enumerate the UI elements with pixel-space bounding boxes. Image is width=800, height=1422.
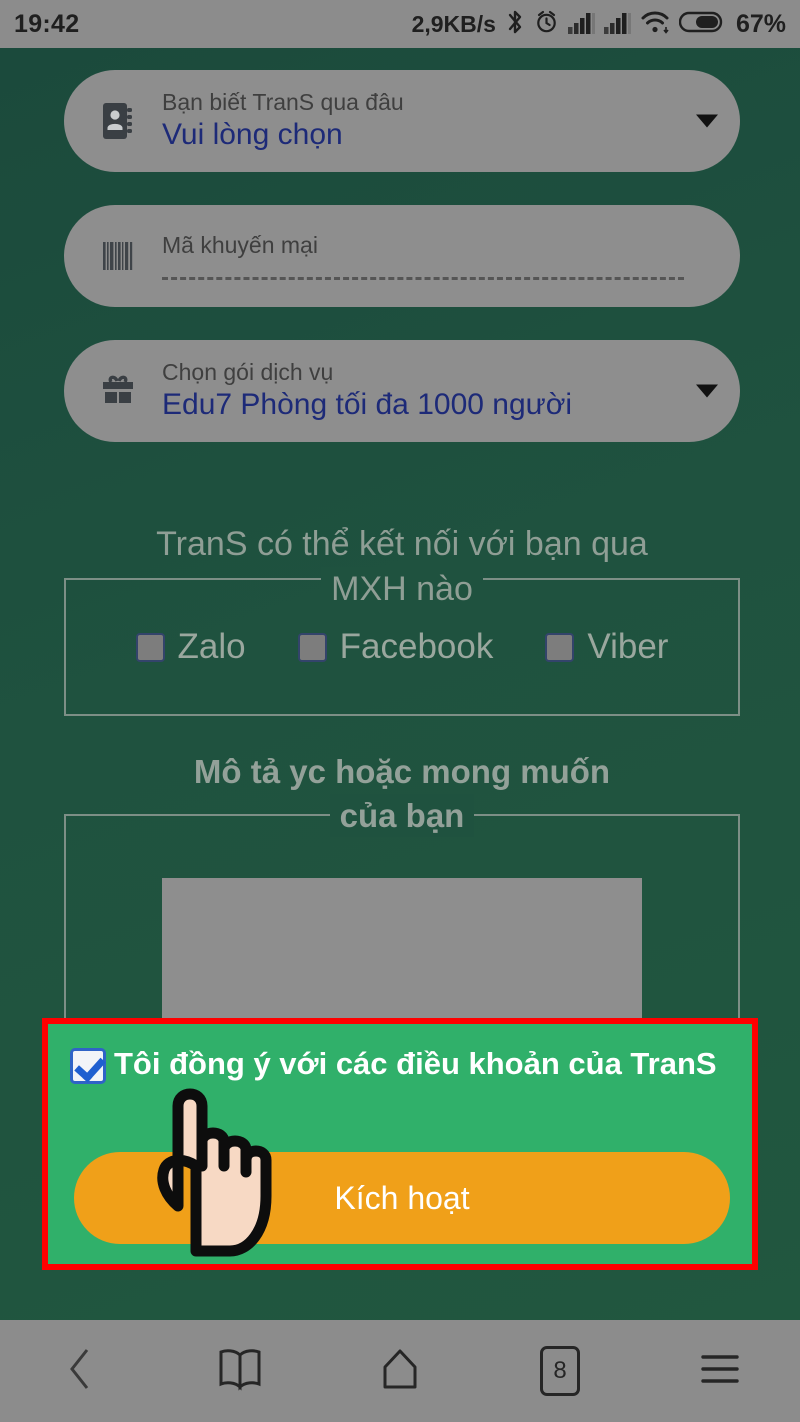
checkbox-zalo[interactable]: Zalo [135,627,246,667]
battery-icon [678,9,725,40]
gift-icon [98,369,138,413]
contacts-book-icon [98,99,138,143]
field-promo-code[interactable]: Mã khuyến mại [64,205,740,307]
signal-bars-icon [567,10,595,39]
chevron-down-icon[interactable] [696,384,718,398]
wifi-icon [640,10,670,39]
network-speed-label: 2,9KB/s [411,10,496,37]
agreement-label: Tôi đồng ý với các điều khoản của TranS [114,1046,717,1081]
checkbox-box[interactable] [297,632,327,662]
checkbox-viber[interactable]: Viber [545,627,668,667]
checkbox-facebook[interactable]: Facebook [297,627,494,667]
checkbox-label: Viber [587,627,669,666]
description-legend-line1: Mô tả yc hoặc mong muốn [193,753,611,790]
battery-percent-label: 67% [735,9,786,38]
status-bar-clock: 19:42 [14,9,80,38]
signal-bars-icon [603,10,631,39]
home-icon [377,1347,423,1396]
social-network-group: TranS có thể kết nối với bạn qua MXH nào… [64,525,740,716]
alarm-clock-icon [534,9,559,40]
social-legend-line2: MXH nào [321,566,483,612]
field-source-select[interactable]: Bạn biết TranS qua đâu Vui lòng chọn [64,70,740,172]
browser-navigation-bar: 8 [0,1320,800,1422]
chevron-down-icon[interactable] [696,114,718,128]
agreement-checkbox[interactable] [70,1048,106,1084]
agreement-row[interactable]: Tôi đồng ý với các điều khoản của TranS [70,1042,734,1086]
field-value: Edu7 Phòng tối đa 1000 người [162,388,573,422]
tabs-button[interactable]: 8 [480,1320,640,1422]
description-group-legend: Mô tả yc hoặc mong muốn của bạn [122,750,682,838]
barcode-icon [98,234,138,278]
field-value: Vui lòng chọn [162,118,343,152]
checkbox-label: Zalo [177,627,246,666]
social-legend-line1: TranS có thể kết nối với bạn qua [156,525,648,563]
checkbox-box[interactable] [135,632,165,662]
input-underline [162,277,684,281]
description-textarea[interactable] [162,878,642,1023]
bluetooth-icon [505,9,525,40]
phone-screen: 19:42 2,9KB/s 67% Bạn biết TranS qua đâu… [0,0,800,1422]
home-button[interactable] [320,1320,480,1422]
social-group-legend: TranS có thể kết nối với bạn qua MXH nào [102,522,702,612]
book-icon [217,1347,263,1396]
checkbox-box[interactable] [545,632,575,662]
menu-icon [697,1351,743,1392]
description-group: Mô tả yc hoặc mong muốn của bạn [64,753,740,1044]
status-bar: 19:42 2,9KB/s 67% [0,0,800,48]
highlighted-agreement-section: Tôi đồng ý với các điều khoản của TranS … [42,1018,758,1270]
field-package-select[interactable]: Chọn gói dịch vụ Edu7 Phòng tối đa 1000 … [64,340,740,442]
checkbox-label: Facebook [339,627,494,666]
bookmarks-button[interactable] [160,1320,320,1422]
field-label: Mã khuyến mại [162,231,318,258]
activate-button[interactable]: Kích hoạt [74,1152,730,1244]
back-button[interactable] [0,1320,160,1422]
menu-button[interactable] [640,1320,800,1422]
tabs-icon: 8 [540,1346,580,1396]
description-legend-line2: của bạn [329,793,475,838]
status-bar-icons: 2,9KB/s 67% [412,9,786,40]
back-icon [65,1346,95,1397]
field-label: Bạn biết TranS qua đâu [162,89,404,116]
field-label: Chọn gói dịch vụ [162,359,334,386]
social-checkbox-row: Zalo Facebook Viber [66,627,738,667]
